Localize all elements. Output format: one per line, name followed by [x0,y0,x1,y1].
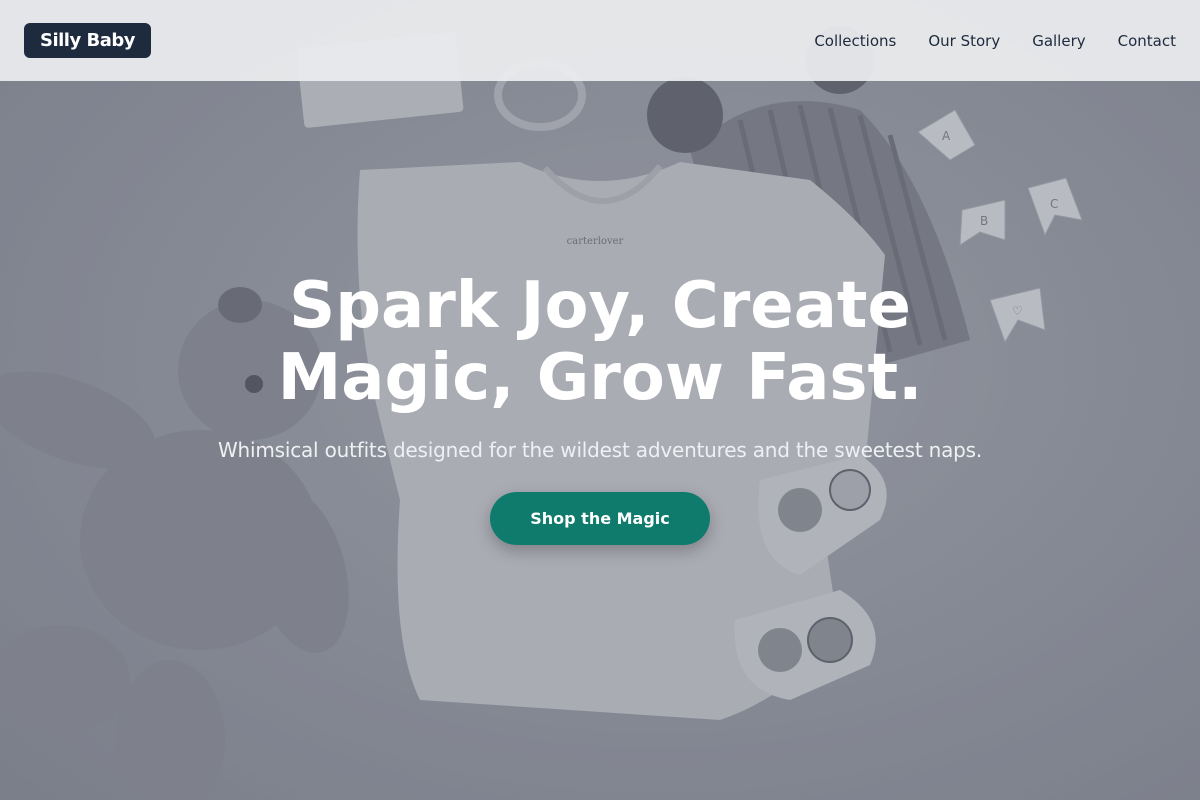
nav-link-collections[interactable]: Collections [814,32,896,50]
nav-link-contact[interactable]: Contact [1118,32,1176,50]
site-header: Silly Baby Collections Our Story Gallery… [0,0,1200,81]
hero-section: Spark Joy, Create Magic, Grow Fast. Whim… [0,270,1200,545]
hero-title: Spark Joy, Create Magic, Grow Fast. [0,270,1200,414]
nav-link-our-story[interactable]: Our Story [928,32,1000,50]
main-nav: Collections Our Story Gallery Contact [814,32,1176,50]
brand-logo[interactable]: Silly Baby [24,23,151,58]
hero-title-line-1: Spark Joy, Create [289,269,911,343]
hero-title-line-2: Magic, Grow Fast. [277,341,923,415]
shop-the-magic-button[interactable]: Shop the Magic [490,492,710,545]
hero-subtitle: Whimsical outfits designed for the wilde… [217,438,983,462]
nav-link-gallery[interactable]: Gallery [1032,32,1085,50]
